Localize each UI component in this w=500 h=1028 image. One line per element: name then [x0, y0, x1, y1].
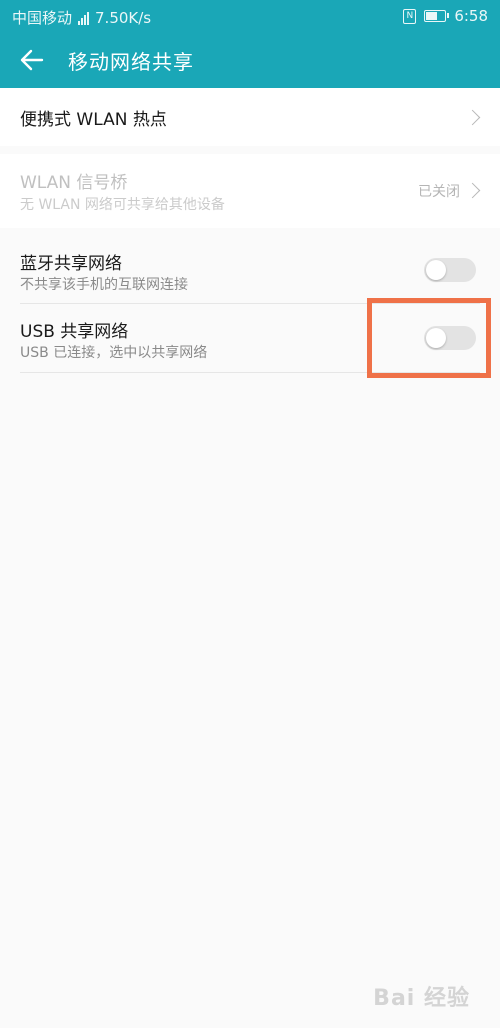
- toggle-knob: [426, 260, 446, 280]
- divider: [20, 372, 480, 373]
- bluetooth-tethering-subtitle: 不共享该手机的互联网连接: [20, 277, 188, 293]
- hotspot-row[interactable]: 便携式 WLAN 热点: [0, 88, 500, 146]
- wlan-bridge-subtitle: 无 WLAN 网络可共享给其他设备: [20, 197, 225, 213]
- status-bar: 中国移动 7.50K/s N 6:58: [0, 0, 500, 32]
- signal-icon: [78, 11, 90, 25]
- baidu-watermark: Bai 经验: [373, 980, 470, 1012]
- wlan-bridge-group: WLAN 信号桥 无 WLAN 网络可共享给其他设备 已关闭: [0, 154, 500, 228]
- bluetooth-tethering-title: 蓝牙共享网络: [20, 254, 122, 274]
- hotspot-title: 便携式 WLAN 热点: [20, 110, 167, 130]
- usb-tethering-toggle[interactable]: [424, 326, 476, 350]
- chevron-right-icon: [464, 182, 481, 199]
- tethering-group: 蓝牙共享网络 不共享该手机的互联网连接 USB 共享网络 USB 已连接，选中以…: [0, 236, 500, 374]
- wlan-bridge-status: 已关闭: [418, 184, 460, 200]
- hotspot-group: 便携式 WLAN 热点: [0, 88, 500, 146]
- back-button[interactable]: [16, 44, 48, 76]
- network-speed: 7.50K/s: [95, 8, 152, 27]
- bluetooth-tethering-row[interactable]: 蓝牙共享网络 不共享该手机的互联网连接: [0, 236, 500, 304]
- toggle-knob: [426, 328, 446, 348]
- usb-tethering-title: USB 共享网络: [20, 322, 129, 342]
- battery-icon: [424, 10, 450, 22]
- usb-tethering-subtitle: USB 已连接，选中以共享网络: [20, 345, 208, 361]
- usb-tethering-row[interactable]: USB 共享网络 USB 已连接，选中以共享网络: [0, 304, 500, 372]
- chevron-right-icon: [464, 109, 481, 126]
- app-bar: 移动网络共享: [0, 32, 500, 88]
- wlan-bridge-row[interactable]: WLAN 信号桥 无 WLAN 网络可共享给其他设备 已关闭: [0, 154, 500, 228]
- back-arrow-icon: [20, 49, 44, 71]
- watermark-text: Bai 经验: [373, 986, 470, 1011]
- carrier-label: 中国移动: [12, 9, 73, 27]
- page-title: 移动网络共享: [68, 50, 194, 74]
- nfc-icon: N: [403, 8, 417, 24]
- bluetooth-tethering-toggle[interactable]: [424, 258, 476, 282]
- wlan-bridge-title: WLAN 信号桥: [20, 173, 128, 193]
- clock: 6:58: [454, 7, 488, 25]
